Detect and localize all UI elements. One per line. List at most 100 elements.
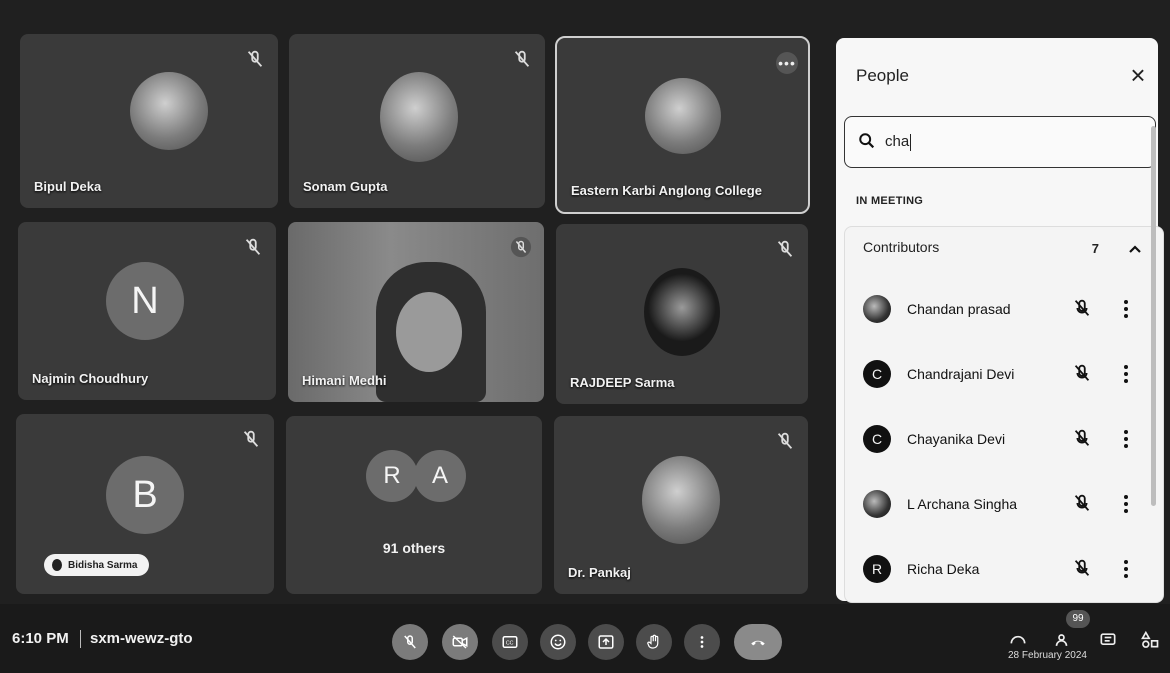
person-name: L Archana Singha (907, 496, 1018, 512)
panel-title: People (856, 66, 909, 85)
person-name: Chayanika Devi (907, 431, 1006, 447)
video-face (396, 292, 462, 372)
mic-off-icon[interactable] (1071, 557, 1093, 579)
more-vert-icon[interactable] (1123, 429, 1129, 449)
participant-tile[interactable]: Dr. Pankaj (554, 416, 808, 594)
participant-tile[interactable]: Bipul Deka (20, 34, 278, 208)
mic-off-icon (510, 236, 532, 258)
participant-tile[interactable]: Himani Medhi (288, 222, 544, 402)
mic-toggle-button[interactable] (392, 624, 428, 660)
avatar (863, 295, 891, 323)
bottom-bar: 6:10 PM sxm-wewz-gto CC 99 28 February 2… (0, 604, 1170, 673)
list-item[interactable]: C Chayanika Devi (845, 417, 1163, 467)
meet-stage: Bipul Deka Sonam Gupta ••• Eastern Karbi… (0, 0, 1170, 673)
more-vert-icon[interactable] (1123, 559, 1129, 579)
mic-off-icon (245, 238, 261, 255)
participant-tile[interactable]: RAJDEEP Sarma (556, 224, 808, 404)
more-vert-icon[interactable] (1123, 299, 1129, 319)
more-vert-icon (700, 636, 704, 648)
person-name: Richa Deka (907, 561, 980, 577)
person-name: Chandan prasad (907, 301, 1011, 317)
present-icon (598, 635, 614, 649)
captions-button[interactable]: CC (492, 624, 528, 660)
date-overlay: 28 February 2024 (1008, 650, 1087, 661)
participant-name: Bipul Deka (34, 179, 102, 194)
divider (80, 630, 81, 648)
group-count: 7 (1091, 241, 1099, 256)
reactions-button[interactable] (540, 624, 576, 660)
chevron-up-icon[interactable] (1127, 241, 1143, 257)
list-item[interactable]: Chandan prasad (845, 287, 1163, 337)
people-count-badge: 99 (1066, 610, 1090, 628)
participant-photo (642, 456, 720, 544)
participant-name: RAJDEEP Sarma (570, 375, 675, 390)
mic-off-icon[interactable] (1071, 427, 1093, 449)
mic-off-icon (777, 240, 793, 257)
closed-captions-icon: CC (502, 636, 518, 648)
letter-avatar: N (106, 262, 184, 340)
leave-call-button[interactable] (734, 624, 782, 660)
avatar: R (863, 555, 891, 583)
participant-tile-active[interactable]: ••• Eastern Karbi Anglong College (555, 36, 810, 214)
raise-hand-button[interactable] (636, 624, 672, 660)
person-name: Chandrajani Devi (907, 366, 1015, 382)
participant-name: Dr. Pankaj (568, 565, 631, 580)
mic-off-icon[interactable] (1071, 492, 1093, 514)
speaking-name-chip: Bidisha Sarma (44, 554, 150, 576)
avatar: C (863, 425, 891, 453)
group-label: Contributors (863, 239, 940, 255)
more-vert-icon[interactable] (1123, 494, 1129, 514)
participant-photo (645, 78, 721, 154)
participant-tile[interactable]: Sonam Gupta (289, 34, 545, 208)
mic-off-icon (514, 50, 530, 67)
list-item[interactable]: L Archana Singha (845, 482, 1163, 532)
present-screen-button[interactable] (588, 624, 624, 660)
activities-icon[interactable] (1140, 630, 1160, 650)
hang-up-icon (751, 640, 765, 646)
letter-avatar: A (414, 450, 466, 502)
avatar (863, 490, 891, 518)
more-options-icon[interactable]: ••• (776, 52, 798, 74)
participant-tile[interactable]: N Najmin Choudhury (18, 222, 276, 400)
chat-icon[interactable] (1098, 630, 1118, 650)
svg-text:CC: CC (506, 641, 514, 647)
meeting-code: sxm-wewz-gto (90, 630, 193, 647)
participant-name: Eastern Karbi Anglong College (571, 183, 762, 198)
participant-name: Bidisha Sarma (68, 559, 138, 571)
participant-photo (644, 268, 720, 356)
close-icon[interactable]: × (1126, 62, 1150, 88)
contributors-group: Contributors 7 Chandan prasad C Chandraj… (844, 226, 1164, 603)
more-options-button[interactable] (684, 624, 720, 660)
mic-off-icon (247, 50, 263, 67)
participant-photo (130, 72, 208, 150)
camera-off-icon (452, 635, 468, 649)
letter-avatar: B (106, 456, 184, 534)
list-item[interactable]: C Chandrajani Devi (845, 352, 1163, 402)
letter-avatar: R (366, 450, 418, 502)
participant-tile[interactable]: B Bidisha Sarma (16, 414, 274, 594)
mic-off-icon[interactable] (1071, 297, 1093, 319)
camera-toggle-button[interactable] (442, 624, 478, 660)
avatar: C (863, 360, 891, 388)
mic-off-icon (243, 430, 259, 447)
audio-indicator-icon (52, 559, 62, 571)
people-icon[interactable] (1054, 630, 1074, 650)
mic-off-icon (777, 432, 793, 449)
list-item[interactable]: R Richa Deka (845, 547, 1163, 597)
search-icon (859, 133, 875, 149)
mic-off-icon (404, 635, 416, 649)
mic-off-icon[interactable] (1071, 362, 1093, 384)
people-panel: People × cha IN MEETING Contributors 7 C… (836, 38, 1164, 603)
panel-scrollbar[interactable] (1151, 126, 1156, 506)
people-search-input[interactable]: cha (844, 116, 1156, 168)
others-tile[interactable]: R A 91 others (286, 416, 542, 594)
others-count: 91 others (382, 540, 446, 556)
meeting-time: 6:10 PM (12, 630, 69, 647)
text-caret (910, 133, 912, 151)
info-icon[interactable] (1008, 630, 1028, 650)
participant-name: Najmin Choudhury (32, 371, 149, 386)
participant-photo (380, 72, 458, 162)
more-vert-icon[interactable] (1123, 364, 1129, 384)
search-value[interactable]: cha (885, 133, 912, 151)
hand-icon (647, 634, 659, 649)
